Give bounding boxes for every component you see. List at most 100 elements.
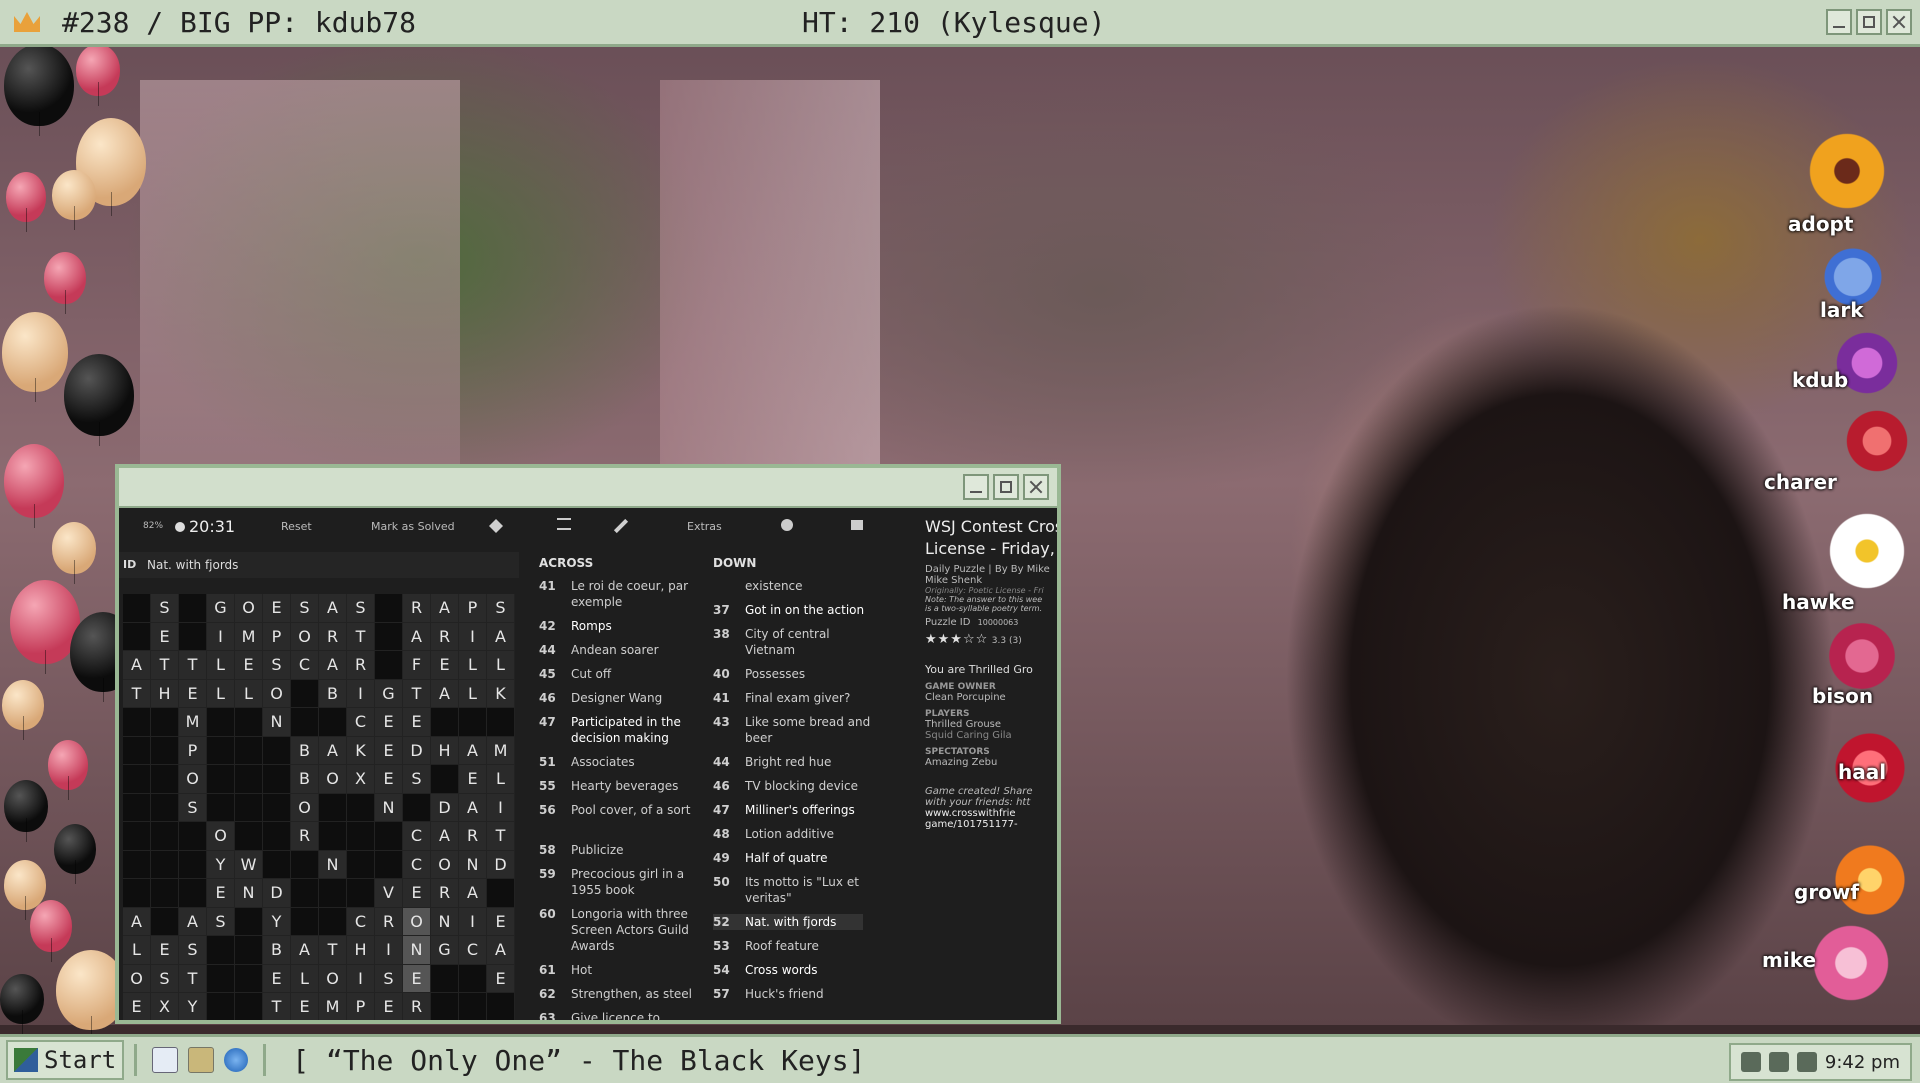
- grid-cell[interactable]: A: [123, 907, 151, 936]
- grid-cell[interactable]: [123, 850, 151, 879]
- grid-cell[interactable]: E: [235, 651, 263, 680]
- grid-cell[interactable]: H: [431, 736, 459, 765]
- grid-cell[interactable]: R: [431, 622, 459, 651]
- grid-cell[interactable]: I: [487, 793, 515, 822]
- grid-cell[interactable]: S: [207, 907, 235, 936]
- grid-cell[interactable]: X: [151, 993, 179, 1020]
- grid-cell[interactable]: E: [151, 936, 179, 965]
- grid-cell[interactable]: D: [403, 736, 431, 765]
- grid-cell[interactable]: M: [179, 708, 207, 737]
- grid-cell[interactable]: L: [459, 651, 487, 680]
- minimize-button[interactable]: [963, 474, 989, 500]
- grid-cell[interactable]: C: [403, 850, 431, 879]
- notepad-icon[interactable]: [152, 1047, 179, 1073]
- clue-item[interactable]: 60 Longoria with three Screen Actors Guil…: [539, 906, 689, 954]
- grid-cell[interactable]: [179, 594, 207, 623]
- grid-cell[interactable]: R: [403, 594, 431, 623]
- grid-cell[interactable]: S: [151, 594, 179, 623]
- info-icon[interactable]: [781, 519, 793, 531]
- grid-cell[interactable]: D: [431, 793, 459, 822]
- grid-cell[interactable]: H: [347, 936, 375, 965]
- clue-item[interactable]: 50 Its motto is "Lux et veritas": [713, 874, 863, 906]
- grid-cell[interactable]: R: [403, 993, 431, 1020]
- grid-cell[interactable]: Y: [207, 850, 235, 879]
- grid-cell[interactable]: E: [375, 765, 403, 794]
- clue-item[interactable]: 56 Pool cover, of a sort: [539, 802, 690, 834]
- grid-cell[interactable]: F: [403, 651, 431, 680]
- grid-cell[interactable]: N: [431, 907, 459, 936]
- clue-item[interactable]: 61 Hot: [539, 962, 689, 978]
- grid-cell[interactable]: A: [459, 879, 487, 908]
- grid-cell[interactable]: A: [431, 594, 459, 623]
- grid-cell[interactable]: [235, 708, 263, 737]
- grid-cell[interactable]: B: [319, 679, 347, 708]
- grid-cell[interactable]: [263, 736, 291, 765]
- grid-cell[interactable]: L: [123, 936, 151, 965]
- puzzle-timer[interactable]: 20:31: [189, 517, 235, 536]
- crossword-grid[interactable]: SGOESASRAPSEIMPORTARIAATTLESCARFELLTHELL…: [123, 594, 515, 1020]
- grid-cell[interactable]: L: [207, 679, 235, 708]
- grid-cell[interactable]: T: [179, 964, 207, 993]
- grid-cell[interactable]: B: [291, 765, 319, 794]
- grid-cell[interactable]: E: [375, 736, 403, 765]
- grid-cell[interactable]: [179, 622, 207, 651]
- grid-cell[interactable]: T: [151, 651, 179, 680]
- grid-cell[interactable]: T: [319, 936, 347, 965]
- clue-item[interactable]: 63 Give licence to: [539, 1010, 689, 1020]
- grid-cell[interactable]: I: [459, 622, 487, 651]
- grid-cell[interactable]: [459, 964, 487, 993]
- grid-cell[interactable]: [375, 651, 403, 680]
- grid-cell[interactable]: S: [179, 936, 207, 965]
- grid-cell[interactable]: [375, 594, 403, 623]
- grid-cell[interactable]: [319, 708, 347, 737]
- grid-cell[interactable]: R: [291, 822, 319, 851]
- clue-item[interactable]: 45 Cut off: [539, 666, 689, 682]
- grid-cell[interactable]: S: [487, 594, 515, 623]
- grid-cell[interactable]: N: [403, 936, 431, 965]
- grid-cell[interactable]: [123, 765, 151, 794]
- grid-cell[interactable]: [403, 793, 431, 822]
- grid-cell[interactable]: [235, 736, 263, 765]
- grid-cell[interactable]: [319, 907, 347, 936]
- grid-cell[interactable]: [263, 822, 291, 851]
- grid-cell[interactable]: O: [123, 964, 151, 993]
- clue-item[interactable]: 44 Bright red hue: [713, 754, 863, 770]
- grid-cell[interactable]: M: [487, 736, 515, 765]
- share-link-id[interactable]: game/101751177-: [925, 819, 1057, 830]
- network-icon[interactable]: [1740, 1052, 1761, 1072]
- clue-item[interactable]: 51 Associates: [539, 754, 689, 770]
- grid-cell[interactable]: [375, 822, 403, 851]
- reset-button[interactable]: Reset: [281, 520, 312, 533]
- grid-cell[interactable]: E: [487, 907, 515, 936]
- grid-cell[interactable]: A: [459, 736, 487, 765]
- grid-cell[interactable]: Y: [263, 907, 291, 936]
- grid-cell[interactable]: [487, 879, 515, 908]
- grid-cell[interactable]: [179, 879, 207, 908]
- grid-cell[interactable]: V: [375, 879, 403, 908]
- grid-cell[interactable]: E: [375, 993, 403, 1020]
- grid-cell[interactable]: [235, 793, 263, 822]
- clue-item[interactable]: 52 Nat. with fjords: [713, 914, 863, 930]
- grid-cell[interactable]: A: [487, 622, 515, 651]
- grid-cell[interactable]: M: [235, 622, 263, 651]
- maximize-button[interactable]: [1856, 9, 1882, 35]
- grid-cell[interactable]: [235, 936, 263, 965]
- grid-cell[interactable]: E: [487, 964, 515, 993]
- grid-cell[interactable]: [375, 622, 403, 651]
- grid-cell[interactable]: A: [291, 936, 319, 965]
- grid-cell[interactable]: N: [235, 879, 263, 908]
- grid-cell[interactable]: [207, 793, 235, 822]
- grid-cell[interactable]: N: [319, 850, 347, 879]
- grid-cell[interactable]: S: [151, 964, 179, 993]
- grid-cell[interactable]: [123, 822, 151, 851]
- grid-cell[interactable]: [207, 736, 235, 765]
- grid-cell[interactable]: S: [291, 594, 319, 623]
- close-button[interactable]: [1886, 9, 1912, 35]
- taskbar-clock[interactable]: 9:42 pm: [1825, 1052, 1900, 1073]
- grid-cell[interactable]: [347, 879, 375, 908]
- grid-cell[interactable]: L: [207, 651, 235, 680]
- grid-cell[interactable]: L: [235, 679, 263, 708]
- grid-cell[interactable]: [151, 850, 179, 879]
- clue-item[interactable]: 62 Strengthen, as steel: [539, 986, 692, 1002]
- grid-cell[interactable]: [235, 993, 263, 1020]
